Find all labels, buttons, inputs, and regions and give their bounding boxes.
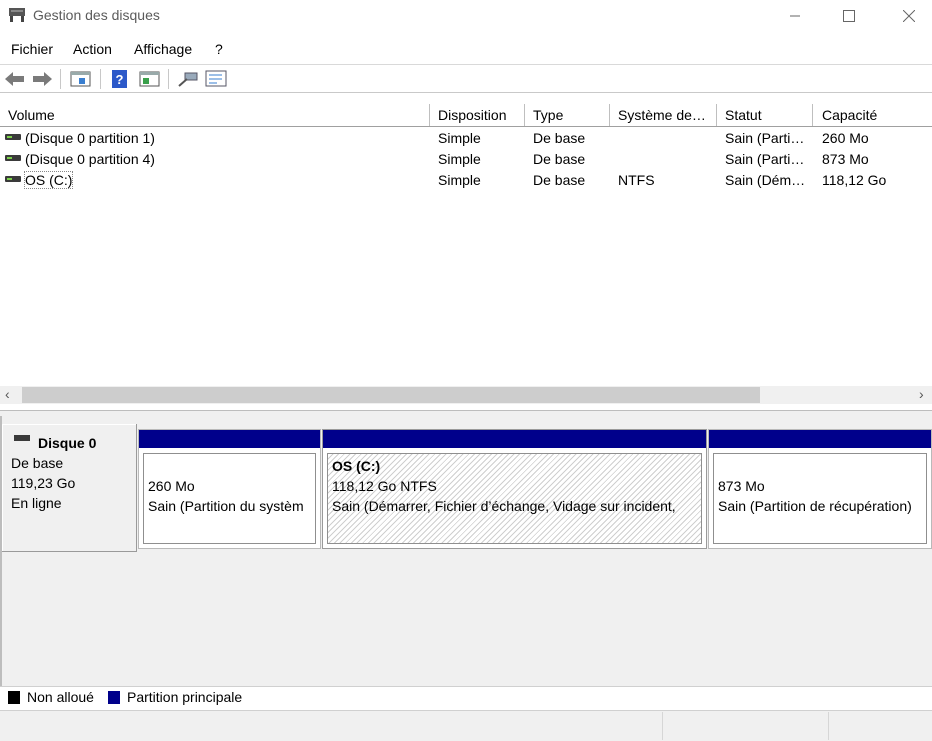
- table-row[interactable]: (Disque 0 partition 4) Simple De base Sa…: [0, 149, 932, 170]
- properties-icon[interactable]: [205, 70, 227, 88]
- partition-body: 260 Mo Sain (Partition du systèm: [143, 453, 316, 544]
- cell-volume: (Disque 0 partition 1): [25, 130, 155, 146]
- scroll-left-icon[interactable]: ‹: [5, 386, 10, 402]
- cell-type: De base: [533, 172, 586, 188]
- table-row[interactable]: (Disque 0 partition 1) Simple De base Sa…: [0, 128, 932, 149]
- window-title: Gestion des disques: [33, 7, 160, 23]
- column-divider[interactable]: [609, 104, 610, 126]
- cell-status: Sain (Parti…: [725, 151, 805, 167]
- partition-1[interactable]: 260 Mo Sain (Partition du systèm: [138, 429, 321, 549]
- menu-fichier[interactable]: Fichier: [11, 41, 53, 57]
- partition-status: Sain (Démarrer, Fichier d’échange, Vidag…: [332, 498, 676, 514]
- menu-help[interactable]: ?: [215, 41, 223, 57]
- partition-os[interactable]: OS (C:) 118,12 Go NTFS Sain (Démarrer, F…: [322, 429, 707, 549]
- cell-capacity: 873 Mo: [822, 151, 869, 167]
- scrollbar-thumb[interactable]: [22, 387, 760, 403]
- partition-body: 873 Mo Sain (Partition de récupération): [713, 453, 927, 544]
- status-divider: [828, 712, 829, 740]
- close-icon: [903, 10, 915, 22]
- cell-type: De base: [533, 151, 586, 167]
- connect-icon[interactable]: [177, 70, 199, 88]
- toolbar-separator: [168, 69, 169, 89]
- menu-affichage[interactable]: Affichage: [134, 41, 192, 57]
- maximize-icon: [843, 10, 855, 22]
- forward-arrow-icon[interactable]: [31, 70, 53, 88]
- partition-title: OS (C:): [332, 458, 381, 474]
- partition-size: 873 Mo: [718, 478, 765, 494]
- partition-bar: [139, 430, 320, 448]
- scroll-right-icon[interactable]: ›: [919, 386, 924, 402]
- cell-status: Sain (Parti…: [725, 130, 805, 146]
- cell-status: Sain (Dém…: [725, 172, 806, 188]
- column-header-disposition[interactable]: Disposition: [438, 107, 506, 123]
- toolbar: ?: [0, 64, 932, 93]
- toolbar-separator: [100, 69, 101, 89]
- table-row[interactable]: OS (C:) Simple De base NTFS Sain (Dém… 1…: [0, 170, 932, 191]
- drive-icon: [5, 134, 21, 140]
- minimize-icon: [790, 15, 800, 17]
- maximize-button[interactable]: [826, 0, 872, 32]
- help-icon[interactable]: ?: [111, 70, 129, 88]
- disk-state: En ligne: [11, 495, 62, 511]
- column-header-status[interactable]: Statut: [725, 107, 762, 123]
- cell-type: De base: [533, 130, 586, 146]
- close-button[interactable]: [886, 0, 932, 32]
- column-divider[interactable]: [716, 104, 717, 126]
- minimize-button[interactable]: [772, 0, 818, 32]
- legend-swatch-unallocated: [8, 691, 20, 704]
- disk-name: Disque 0: [38, 435, 97, 451]
- legend-label-unallocated: Non alloué: [27, 689, 94, 705]
- column-header-type[interactable]: Type: [533, 107, 563, 123]
- action-pane-icon[interactable]: [139, 70, 161, 88]
- cell-disposition: Simple: [438, 172, 481, 188]
- back-arrow-icon[interactable]: [4, 70, 26, 88]
- toolbar-separator: [60, 69, 61, 89]
- drive-icon: [5, 155, 21, 161]
- partition-bar: [323, 430, 706, 448]
- volume-list-header: Volume Disposition Type Système de… Stat…: [0, 104, 932, 127]
- partition-status: Sain (Partition de récupération): [718, 498, 912, 514]
- cell-capacity: 260 Mo: [822, 130, 869, 146]
- column-divider[interactable]: [812, 104, 813, 126]
- disk-management-icon: [9, 8, 25, 22]
- column-header-filesystem[interactable]: Système de…: [618, 107, 706, 123]
- partition-size: 118,12 Go NTFS: [332, 478, 437, 494]
- cell-disposition: Simple: [438, 130, 481, 146]
- svg-text:?: ?: [116, 72, 124, 87]
- disk-info-panel[interactable]: Disque 0 De base 119,23 Go En ligne: [2, 424, 137, 552]
- column-header-capacity[interactable]: Capacité: [822, 107, 877, 123]
- column-header-volume[interactable]: Volume: [8, 107, 55, 123]
- partition-body: OS (C:) 118,12 Go NTFS Sain (Démarrer, F…: [327, 453, 702, 544]
- partition-status: Sain (Partition du systèm: [148, 498, 304, 514]
- cell-filesystem: NTFS: [618, 172, 655, 188]
- console-tree-icon[interactable]: [70, 70, 92, 88]
- status-divider: [662, 712, 663, 740]
- partition-4[interactable]: 873 Mo Sain (Partition de récupération): [708, 429, 932, 549]
- drive-icon: [14, 435, 30, 441]
- status-bar: [0, 710, 932, 741]
- cell-disposition: Simple: [438, 151, 481, 167]
- disk-size: 119,23 Go: [11, 475, 76, 491]
- drive-icon: [5, 176, 21, 182]
- menu-bar: Fichier Action Affichage ?: [0, 38, 932, 62]
- disk-kind: De base: [11, 455, 64, 471]
- column-divider[interactable]: [524, 104, 525, 126]
- menu-action[interactable]: Action: [73, 41, 112, 57]
- legend-swatch-primary: [108, 691, 120, 704]
- cell-volume: OS (C:): [23, 171, 74, 189]
- partition-bar: [709, 430, 931, 448]
- column-divider[interactable]: [429, 104, 430, 126]
- cell-volume: (Disque 0 partition 4): [25, 151, 155, 167]
- legend-label-primary: Partition principale: [127, 689, 243, 705]
- cell-capacity: 118,12 Go: [822, 172, 887, 188]
- partition-size: 260 Mo: [148, 478, 195, 494]
